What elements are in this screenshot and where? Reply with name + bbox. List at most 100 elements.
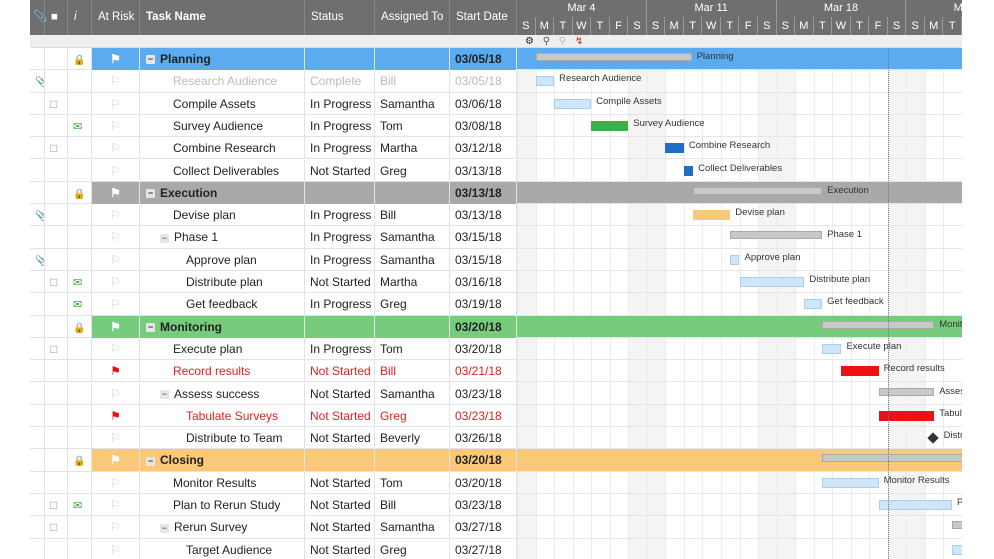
start-date-cell[interactable]: 03/20/18 (450, 449, 517, 472)
task-name-cell[interactable]: − Execution (140, 181, 305, 204)
flag-icon[interactable]: ⚑ (110, 320, 121, 334)
attachment-cell[interactable] (30, 360, 45, 383)
comment-cell[interactable]: □ (45, 271, 68, 293)
start-date-cell[interactable]: 03/20/18 (450, 315, 517, 338)
comment-cell[interactable] (45, 404, 68, 427)
start-date-cell[interactable]: 03/06/18 (450, 92, 517, 115)
attachment-cell[interactable] (30, 159, 45, 182)
status-cell[interactable]: Not Started (305, 538, 375, 559)
collapse-toggle-icon[interactable]: − (160, 389, 169, 399)
flag-icon[interactable]: ⚐ (110, 275, 121, 289)
start-date-cell[interactable]: 03/12/18 (450, 137, 517, 160)
start-date-cell[interactable]: 03/26/18 (450, 427, 517, 450)
collapse-toggle-icon[interactable]: − (146, 189, 155, 199)
gantt-bar[interactable] (822, 343, 842, 354)
task-name-cell[interactable]: Survey Audience (140, 114, 305, 137)
start-date-cell[interactable]: 03/20/18 (450, 337, 517, 360)
comment-cell[interactable] (45, 538, 68, 559)
status-cell[interactable]: In Progress (305, 248, 375, 271)
attachment-cell[interactable]: 📎 (30, 248, 45, 271)
start-date-cell[interactable]: 03/08/18 (450, 114, 517, 137)
assigned-to-cell[interactable]: Samantha (375, 248, 450, 271)
comment-cell[interactable] (45, 70, 68, 93)
attachment-cell[interactable] (30, 271, 45, 293)
comment-icon[interactable]: □ (50, 275, 57, 289)
gantt-bar[interactable] (878, 500, 952, 510)
collapse-toggle-icon[interactable]: − (146, 456, 155, 466)
comment-icon[interactable]: □ (50, 141, 57, 155)
task-name-cell[interactable]: Approve plan (140, 248, 305, 271)
attachment-cell[interactable] (30, 538, 45, 559)
table-row[interactable]: 🔒 ⚑ − Planning 03/05/18 (30, 48, 517, 71)
task-name-cell[interactable]: Combine Research (140, 137, 305, 160)
at-risk-cell[interactable]: ⚐ (92, 92, 140, 115)
task-name-cell[interactable]: Devise plan (140, 204, 305, 227)
gantt-bar[interactable] (665, 143, 684, 154)
comment-cell[interactable]: □ (45, 516, 68, 539)
attachment-cell[interactable]: 📎 (30, 204, 45, 227)
status-cell[interactable]: Complete (305, 70, 375, 93)
comment-cell[interactable] (45, 226, 68, 249)
comment-icon[interactable]: □ (50, 498, 57, 512)
attachment-icon[interactable]: 📎 (35, 256, 44, 267)
comment-cell[interactable]: □ (45, 92, 68, 115)
at-risk-column-header[interactable]: At Risk (92, 0, 140, 35)
flag-icon[interactable]: ⚐ (110, 253, 121, 267)
attachment-column-icon[interactable]: 📎 (30, 0, 47, 35)
task-name-cell[interactable]: − Assess success (140, 382, 305, 405)
attachment-cell[interactable] (30, 137, 45, 160)
settings-icon[interactable]: ⚙ (525, 36, 534, 47)
flag-icon[interactable]: ⚐ (110, 208, 121, 222)
start-date-cell[interactable]: 03/13/18 (450, 159, 517, 182)
assigned-to-cell[interactable] (375, 181, 450, 204)
flag-icon[interactable]: ⚐ (110, 297, 121, 311)
assigned-to-cell[interactable] (375, 315, 450, 338)
at-risk-cell[interactable]: ⚐ (92, 204, 140, 227)
table-row[interactable]: □ ⚐ Execute plan In Progress Tom 03/20/18 (30, 337, 517, 361)
task-name-cell[interactable]: Distribute to Team (140, 427, 305, 450)
attachment-cell[interactable] (30, 226, 45, 249)
task-name-cell[interactable]: Collect Deliverables (140, 159, 305, 182)
assigned-to-cell[interactable]: Greg (375, 404, 450, 427)
attachment-cell[interactable] (30, 382, 45, 405)
attachment-icon[interactable]: 📎 (35, 77, 44, 88)
comment-cell[interactable] (45, 471, 68, 494)
table-row[interactable]: 🔒 ⚑ − Closing 03/20/18 (30, 449, 517, 472)
assigned-to-cell[interactable]: Bill (375, 494, 450, 516)
status-cell[interactable]: In Progress (305, 137, 375, 160)
table-row[interactable]: 📎 ⚐ Approve plan In ProgressSamantha03/15/1… (30, 248, 517, 271)
at-risk-cell[interactable]: ⚐ (92, 114, 140, 137)
gantt-bar[interactable] (591, 120, 629, 131)
comment-cell[interactable] (45, 204, 68, 227)
status-cell[interactable]: Not Started (305, 471, 375, 494)
flag-icon[interactable]: ⚐ (110, 74, 121, 88)
start-date-cell[interactable]: 03/20/18 (450, 471, 517, 494)
table-row[interactable]: □ ✉ ⚐ Plan to Rerun Study Not Started Bill 03/… (30, 494, 517, 517)
at-risk-cell[interactable]: ⚐ (92, 159, 140, 182)
info-column-header[interactable]: i (68, 0, 92, 35)
task-name-cell[interactable]: Execute plan (140, 337, 305, 360)
attachment-cell[interactable] (30, 427, 45, 450)
task-name-cell[interactable]: Record results (140, 360, 305, 383)
table-row[interactable]: ⚐ Target Audience Not Started Greg 03/27/18 (30, 538, 517, 559)
comment-cell[interactable] (45, 449, 68, 472)
assigned-to-cell[interactable]: Bill (375, 70, 450, 93)
status-cell[interactable]: Not Started (305, 516, 375, 539)
flag-icon[interactable]: ⚐ (110, 97, 121, 111)
start-date-cell[interactable]: 03/23/18 (450, 404, 517, 427)
table-row[interactable]: ⚐ − Assess success Not Started Samantha 03/23… (30, 382, 517, 405)
at-risk-cell[interactable]: ⚑ (92, 48, 140, 70)
update-request-icon[interactable]: ✉ (73, 500, 82, 512)
gantt-bar[interactable] (683, 165, 694, 176)
status-cell[interactable]: Not Started (305, 382, 375, 405)
assigned-column-header[interactable]: Assigned To (375, 0, 450, 35)
attachment-cell[interactable] (30, 516, 45, 539)
gantt-bar[interactable] (804, 299, 823, 310)
attachment-cell[interactable] (30, 471, 45, 494)
status-cell[interactable]: In Progress (305, 337, 375, 360)
task-name-cell[interactable]: Research Audience (140, 70, 305, 93)
collapse-toggle-icon[interactable]: − (160, 233, 169, 243)
at-risk-cell[interactable]: ⚐ (92, 382, 140, 405)
assigned-to-cell[interactable] (375, 48, 450, 70)
status-cell[interactable]: Not Started (305, 404, 375, 427)
